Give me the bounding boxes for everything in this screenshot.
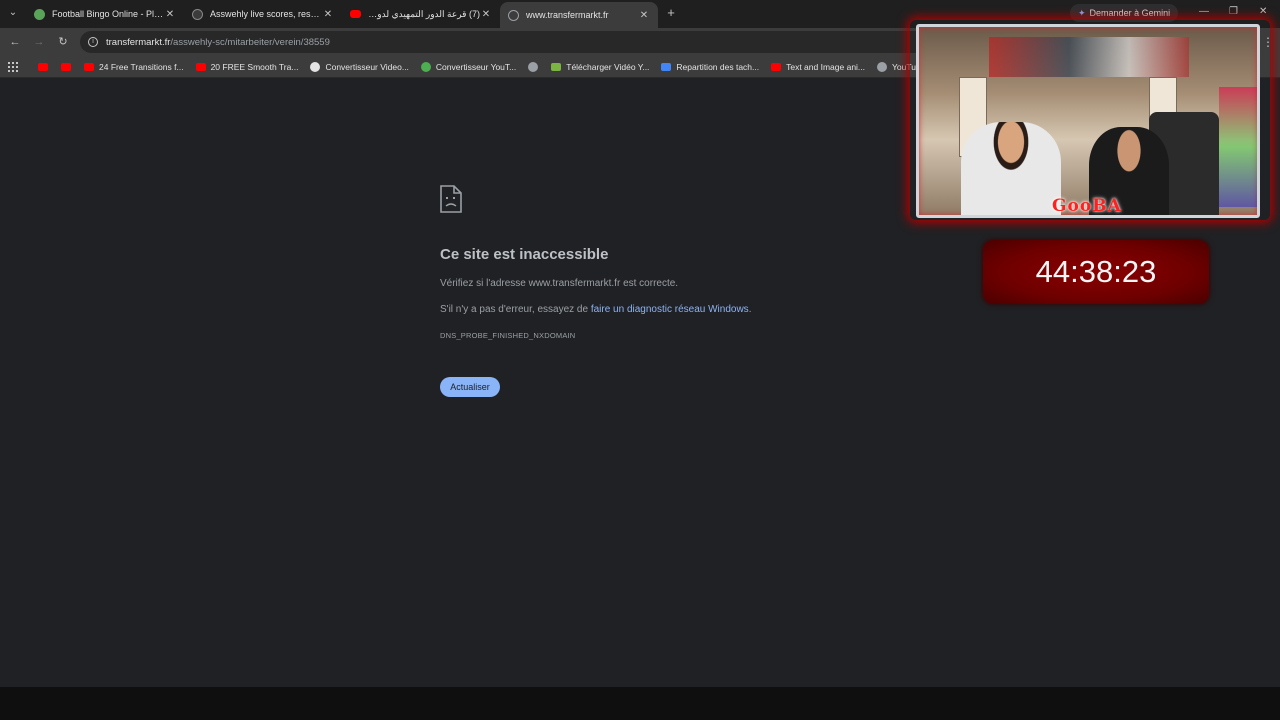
bookmark-label: Text and Image ani... <box>786 61 866 72</box>
url-host: transfermarkt.fr <box>106 36 171 48</box>
back-arrow-icon[interactable]: ← <box>8 35 22 49</box>
tab-football-bingo[interactable]: Football Bingo Online - Play Now ✕ <box>26 2 184 26</box>
globe-icon <box>508 9 519 21</box>
bottom-bar <box>0 687 1280 720</box>
tab-title: Asswehly live scores, results, fixtures <box>210 9 322 19</box>
bookmark-label: 20 FREE Smooth Tra... <box>210 61 299 72</box>
forward-arrow-icon[interactable]: → <box>32 35 46 49</box>
error-code: DNS_PROBE_FINISHED_NXDOMAIN <box>440 331 576 340</box>
bookmark-label: Télécharger Vidéo Y... <box>566 61 650 72</box>
bookmark-text-image[interactable]: Text and Image ani... <box>771 62 865 72</box>
new-tab-button[interactable]: + <box>664 6 678 20</box>
tab-transfermarkt[interactable]: www.transfermarkt.fr ✕ <box>500 2 658 28</box>
tab-title: (7) قرعة الدور التمهيدي لدوري أبطال <box>368 8 480 19</box>
error-title: Ce site est inaccessible <box>440 246 609 263</box>
bookmark-label: Convertisseur Video... <box>325 61 409 72</box>
youtube-icon <box>771 62 782 71</box>
globe-icon <box>528 61 539 72</box>
suggestion-text: S'il n'y a pas d'erreur, essayez de <box>440 304 591 315</box>
reload-icon[interactable]: ↻ <box>56 35 70 49</box>
restore-icon[interactable]: ❐ <box>1229 6 1238 17</box>
close-tab-icon[interactable]: ✕ <box>164 9 176 20</box>
bookmark-telecharger-video[interactable]: Télécharger Vidéo Y... <box>551 62 649 72</box>
converter-icon <box>420 61 431 72</box>
youtube-icon <box>195 62 206 71</box>
streamer-left <box>961 122 1061 215</box>
globe-icon <box>877 61 888 72</box>
youtube-icon <box>84 62 94 71</box>
reload-button[interactable]: Actualiser <box>440 377 500 397</box>
bookmark-smooth-transitions[interactable]: 20 FREE Smooth Tra... <box>195 61 299 72</box>
webcam-feed <box>916 24 1260 218</box>
minimize-icon[interactable]: — <box>1199 6 1209 17</box>
favicon-icon <box>34 8 45 20</box>
bookmark-youtube-2[interactable] <box>61 62 76 71</box>
bookmark-label: Convertisseur YouT... <box>435 61 517 72</box>
sad-document-icon <box>440 185 462 213</box>
bookmark-convertisseur-youtube[interactable]: Convertisseur YouT... <box>420 61 517 72</box>
error-hint: Vérifiez si l'adresse www.transfermarkt.… <box>440 278 679 289</box>
tab-search-chevron-icon[interactable]: ⌄ <box>6 6 20 20</box>
close-tab-icon[interactable]: ✕ <box>480 9 492 20</box>
youtube-icon <box>38 62 48 71</box>
url-path: /asswehly-sc/mitarbeiter/verein/38559 <box>170 36 330 48</box>
favicon-icon <box>192 8 203 20</box>
led-lights <box>1219 87 1257 207</box>
download-icon <box>551 62 562 71</box>
wall-banner <box>989 37 1189 77</box>
google-icon <box>310 61 321 72</box>
bookmark-label: Repartition des tach... <box>676 61 760 72</box>
bookmark-youtube-1[interactable] <box>38 62 53 71</box>
tab-asswehly[interactable]: Asswehly live scores, results, fixtures … <box>184 2 342 26</box>
gemini-label: Demander à Gemini <box>1089 8 1171 18</box>
close-window-icon[interactable]: ✕ <box>1259 6 1267 17</box>
apps-grid-icon[interactable] <box>8 61 18 72</box>
bookmark-label: 24 Free Transitions f... <box>99 61 184 72</box>
docs-icon <box>661 62 672 71</box>
youtube-icon <box>61 62 71 71</box>
network-diagnostic-link[interactable]: faire un diagnostic réseau Windows <box>591 304 749 315</box>
bookmark-transitions[interactable]: 24 Free Transitions f... <box>84 62 184 72</box>
channel-logo: GooBA <box>1052 196 1122 216</box>
error-suggestion: S'il n'y a pas d'erreur, essayez de fair… <box>440 304 751 315</box>
youtube-icon <box>350 10 361 18</box>
bookmark-globe[interactable] <box>528 61 543 72</box>
gemini-icon: ✦ <box>1078 8 1086 18</box>
webcam-overlay: GooBA <box>910 20 1270 220</box>
tab-youtube-draw[interactable]: (7) قرعة الدور التمهيدي لدوري أبطال ✕ <box>342 2 500 26</box>
suggestion-suffix: . <box>748 304 752 315</box>
tab-title: www.transfermarkt.fr <box>526 10 609 20</box>
close-tab-icon[interactable]: ✕ <box>322 9 334 20</box>
bookmark-convertisseur-video[interactable]: Convertisseur Video... <box>310 61 409 72</box>
stream-timer: 44:38:23 <box>983 240 1209 304</box>
tab-title: Football Bingo Online - Play Now <box>52 9 164 19</box>
close-tab-icon[interactable]: ✕ <box>638 10 650 21</box>
bookmark-repartition[interactable]: Repartition des tach... <box>661 62 759 72</box>
site-info-icon[interactable]: i <box>88 37 98 47</box>
